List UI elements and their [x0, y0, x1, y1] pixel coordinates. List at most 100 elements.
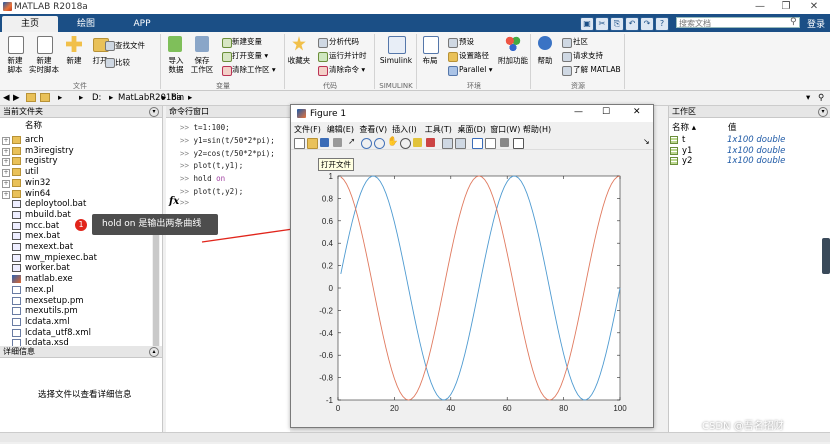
figure-menu-item[interactable]: 窗口(W): [490, 124, 520, 135]
import-data-button[interactable]: 导入 数据: [162, 56, 190, 74]
path-dropdown-icon[interactable]: ▾: [806, 93, 810, 103]
fx-icon[interactable]: fx: [169, 196, 179, 207]
workspace-name-column[interactable]: 名称 ▴: [672, 121, 696, 133]
rotate-3d-icon[interactable]: [400, 138, 411, 149]
figure-menu-item[interactable]: 帮助(H): [523, 124, 551, 135]
expand-icon[interactable]: +: [2, 147, 10, 156]
expand-icon[interactable]: +: [2, 158, 10, 167]
cut-icon[interactable]: ✂: [595, 17, 609, 31]
expand-icon[interactable]: +: [2, 169, 10, 178]
simulink-button[interactable]: Simulink: [376, 56, 416, 65]
learn-matlab-button[interactable]: 了解 MATLAB: [573, 65, 621, 74]
path-search-icon[interactable]: ⚲: [818, 93, 824, 103]
panel-actions-icon[interactable]: ▾: [149, 107, 159, 117]
file-list-item[interactable]: + m3iregistry: [0, 146, 150, 157]
run-and-time-button[interactable]: 运行并计时: [329, 51, 367, 60]
file-list-item[interactable]: + arch: [0, 135, 150, 146]
zoom-in-icon[interactable]: [361, 138, 372, 149]
analyze-code-button[interactable]: 分析代码: [329, 37, 359, 46]
workspace-value-column[interactable]: 值: [728, 121, 737, 133]
file-list-item[interactable]: mw_mpiexec.bat: [0, 253, 150, 264]
figure-plot-area[interactable]: 0 20 40 60 80 100 -1 -0.8 -0.6 -0.4 -0.2 0 0.2 0.4 0.6…: [291, 149, 653, 427]
close-button[interactable]: ✕: [800, 0, 828, 14]
expand-icon[interactable]: +: [2, 137, 10, 145]
file-list-item[interactable]: + registry: [0, 156, 150, 167]
print-figure-icon[interactable]: [333, 138, 342, 147]
file-list-item[interactable]: mexutils.pm: [0, 306, 150, 317]
layout-button[interactable]: 布局: [418, 56, 442, 65]
figure-menu-item[interactable]: 桌面(D): [458, 124, 486, 135]
workspace-actions-icon[interactable]: ▾: [818, 107, 828, 117]
pan-hand-icon[interactable]: ✋: [387, 138, 398, 147]
open-file-icon[interactable]: [307, 138, 318, 149]
new-script-button[interactable]: 新建 脚本: [0, 56, 30, 74]
edit-plot-arrow-icon[interactable]: ➚: [348, 138, 357, 147]
brush-icon[interactable]: [426, 138, 435, 147]
file-list-item[interactable]: mexsetup.pm: [0, 296, 150, 307]
help-quick-icon[interactable]: ?: [655, 17, 669, 31]
details-collapse-icon[interactable]: ▴: [149, 347, 159, 357]
preferences-button[interactable]: 预设: [459, 37, 474, 46]
insert-colorbar-icon[interactable]: [455, 138, 466, 149]
dock-tools-icon[interactable]: [513, 138, 524, 149]
figure-menu-item[interactable]: 工具(T): [425, 124, 452, 135]
clear-commands-button[interactable]: 清除命令 ▾: [329, 65, 365, 74]
file-list-item[interactable]: + win32: [0, 178, 150, 189]
save-workspace-button[interactable]: 保存 工作区: [188, 56, 216, 74]
undo-icon[interactable]: ↶: [625, 17, 639, 31]
workspace-variable-row[interactable]: t 1x100 double: [670, 135, 820, 145]
search-docs-input[interactable]: 搜索文档: [676, 17, 800, 28]
side-handle[interactable]: [822, 238, 830, 274]
expand-icon[interactable]: +: [2, 179, 10, 188]
community-button[interactable]: 社区: [573, 37, 588, 46]
tab-plots[interactable]: 绘图: [58, 16, 114, 32]
new-button[interactable]: 新建: [60, 56, 88, 65]
command-prompt[interactable]: >>: [180, 198, 189, 207]
tab-apps[interactable]: APP: [114, 16, 170, 32]
search-icon[interactable]: ⚲: [790, 17, 797, 27]
file-list-item[interactable]: lcdata.xml: [0, 317, 150, 328]
back-icon[interactable]: ◀: [3, 93, 10, 103]
figure-menu-item[interactable]: 编辑(E): [327, 124, 354, 135]
save-quick-icon[interactable]: ▣: [580, 17, 594, 31]
file-list-item[interactable]: mex.pl: [0, 285, 150, 296]
data-cursor-icon[interactable]: [413, 138, 422, 147]
set-path-button[interactable]: 设置路径: [459, 51, 489, 60]
new-figure-icon[interactable]: [294, 138, 305, 149]
workspace-variable-row[interactable]: y1 1x100 double: [670, 146, 820, 156]
figure-close-button[interactable]: ✕: [633, 107, 641, 117]
file-list-item[interactable]: lcdata_utf8.xml: [0, 328, 150, 339]
save-figure-icon[interactable]: [320, 138, 329, 147]
figure-menu-item[interactable]: 插入(I): [392, 124, 417, 135]
minimize-button[interactable]: —: [746, 0, 774, 14]
compare-button[interactable]: 比较: [115, 58, 130, 67]
figure-menu-item[interactable]: 查看(V): [359, 124, 387, 135]
file-list-item[interactable]: deploytool.bat: [0, 199, 150, 210]
expand-icon[interactable]: +: [2, 190, 10, 199]
file-list-item[interactable]: matlab.exe: [0, 274, 150, 285]
restore-button[interactable]: ❐: [772, 0, 800, 14]
help-button[interactable]: 帮助: [532, 56, 558, 65]
favorites-button[interactable]: 收藏夹: [285, 56, 313, 65]
clear-workspace-button[interactable]: 清除工作区 ▾: [232, 65, 276, 74]
file-list-item[interactable]: + win64: [0, 189, 150, 200]
copy-icon[interactable]: ⎘: [610, 17, 624, 31]
path-segment-drive[interactable]: D:: [92, 93, 101, 103]
new-variable-button[interactable]: 新建变量: [232, 37, 262, 46]
tab-home[interactable]: 主页: [2, 16, 58, 32]
figure-window[interactable]: Figure 1 — ☐ ✕ 文件(F) 编辑(E) 查看(V) 插入(I) 工具(T)…: [290, 104, 654, 428]
workspace-variable-row[interactable]: y2 1x100 double: [670, 156, 820, 166]
redo-icon[interactable]: ↷: [640, 17, 654, 31]
signin-link[interactable]: 登录: [807, 17, 825, 30]
forward-icon[interactable]: ▶: [13, 93, 20, 103]
hide-tools-icon[interactable]: [485, 138, 496, 149]
folder-name-column-header[interactable]: 名称: [25, 119, 42, 131]
find-files-button[interactable]: 查找文件: [115, 41, 145, 50]
browse-folder-icon[interactable]: [40, 93, 50, 102]
link-plot-icon[interactable]: [442, 138, 453, 149]
request-support-button[interactable]: 请求支持: [573, 51, 603, 60]
dock-arrow-icon[interactable]: ↘: [643, 137, 650, 146]
new-live-script-button[interactable]: 新建 实时脚本: [28, 56, 60, 74]
parallel-button[interactable]: Parallel ▾: [459, 65, 492, 74]
figure-menu-item[interactable]: 文件(F): [294, 124, 321, 135]
